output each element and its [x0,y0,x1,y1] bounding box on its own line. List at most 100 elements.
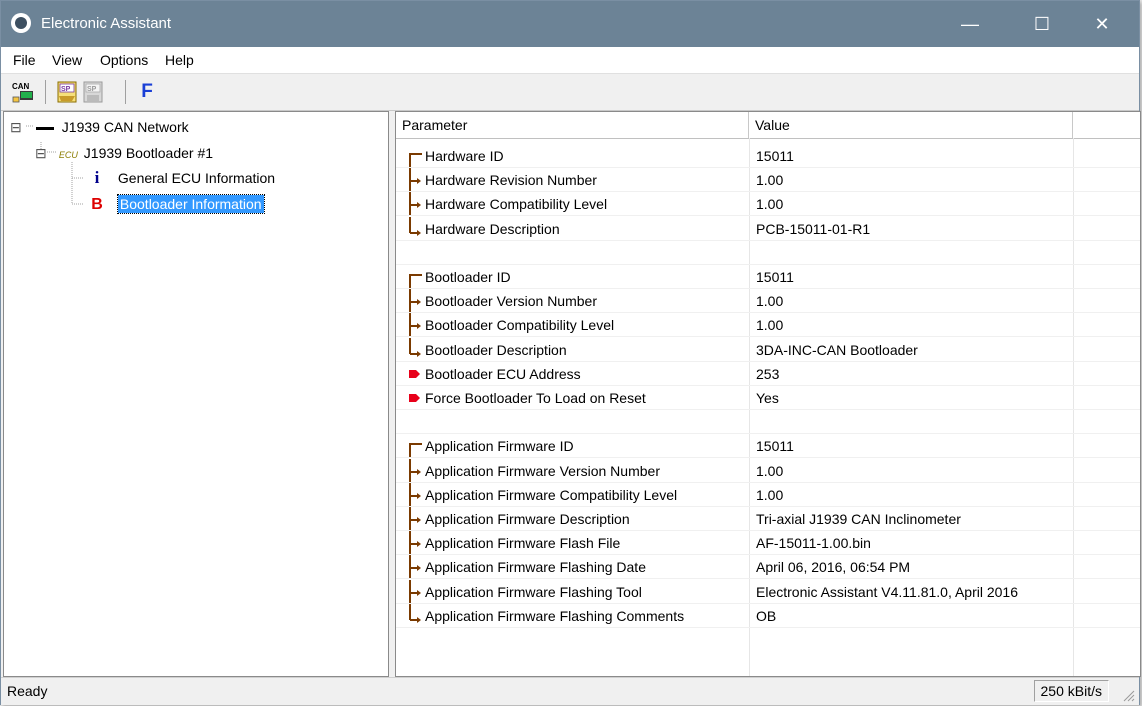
load-sp-label: SP [87,86,97,93]
close-button[interactable]: ✕ [1079,1,1125,47]
flash-button[interactable]: F [135,80,159,104]
load-sp-icon: SP [83,81,103,103]
table-row[interactable]: Application Firmware Description Tri-axia… [396,507,1140,531]
value-cell[interactable]: Yes [756,386,779,410]
tree-node-network[interactable]: ⊟ J1939 CAN Network [10,116,189,138]
parameter-cell: Application Firmware Flash File [425,535,621,552]
table-row[interactable]: Bootloader Compatibility Level 1.00 [396,313,1140,338]
menu-view[interactable]: View [52,52,82,68]
tree-expander-icon[interactable]: ⊟ [10,116,24,138]
network-tree[interactable]: ⊟ J1939 CAN Network ⊟ ECU J1939 Bootload… [3,111,389,677]
value-cell: 15011 [756,438,794,455]
maximize-button[interactable]: ☐ [1019,1,1065,47]
table-row[interactable]: Application Firmware Flashing Date April … [396,555,1140,580]
parameter-cell: Application Firmware Flashing Date [425,559,646,576]
value-cell: 1.00 [756,293,784,310]
toolbar-separator [45,80,46,104]
parameter-cell: Hardware Description [425,220,560,237]
value-cell: Electronic Assistant V4.11.81.0, April 2… [756,583,1019,600]
tree-bracket-icon [409,555,421,580]
table-row[interactable]: Application Firmware Compatibility Level… [396,482,1140,507]
menu-help[interactable]: Help [165,52,194,68]
minimize-button[interactable]: — [947,1,993,47]
table-row[interactable]: Force Bootloader To Load on Reset Yes [396,386,1140,410]
table-row[interactable]: Hardware Compatibility Level 1.00 [396,192,1140,217]
parameter-cell: Bootloader Compatibility Level [425,317,615,334]
column-header-value[interactable]: Value [749,112,1073,138]
table-row[interactable]: Bootloader ID 15011 [396,265,1140,289]
value-cell: April 06, 2016, 06:54 PM [756,559,911,576]
tree-expander-icon[interactable]: ⊟ [35,142,49,164]
value-cell[interactable]: 253 [756,362,779,386]
network-line-icon [35,126,54,130]
window-title: Electronic Assistant [41,15,172,32]
value-cell: 1.00 [756,172,784,189]
value-cell: 3DA-INC-CAN Bootloader [756,341,918,358]
parameter-cell: Force Bootloader To Load on Reset [425,390,646,406]
tree-node-ecu[interactable]: ⊟ ECU J1939 Bootloader #1 [35,142,213,164]
table-row[interactable]: Application Firmware ID 15011 [396,434,1140,459]
parameter-cell: Hardware Revision Number [425,172,597,189]
menu-options[interactable]: Options [100,52,148,68]
flash-icon: F [141,81,153,102]
table-row[interactable]: Bootloader ECU Address 253 [396,362,1140,386]
table-row[interactable]: Application Firmware Flash File AF-15011-… [396,531,1140,556]
list-header: Parameter Value [396,112,1140,139]
parameter-cell: Bootloader ECU Address [425,365,581,382]
tree-bracket-icon [409,289,421,314]
tree-bracket-icon [409,168,421,193]
menu-file[interactable]: File [13,52,36,68]
tree-node-general-ecu-information[interactable]: i General ECU Information [86,167,275,189]
value-cell: OB [756,607,777,624]
value-cell: 15011 [756,269,794,285]
parameter-cell: Application Firmware Version Number [425,462,660,479]
can-network-icon: CAN [12,82,33,103]
row-gridline [396,626,1140,628]
status-bar: Ready 250 kBit/s [1,677,1139,705]
save-sp-label: SP [61,86,71,93]
parameter-cell: Application Firmware Description [425,511,630,527]
parameter-cell: Hardware Compatibility Level [425,196,608,213]
table-row[interactable]: Hardware Revision Number 1.00 [396,168,1140,193]
parameter-cell: Bootloader Description [425,341,567,358]
ecu-icon: ECU [58,150,78,160]
table-row[interactable]: Hardware Description PCB-15011-01-R1 [396,216,1140,241]
table-row[interactable]: Application Firmware Flashing Tool Electr… [396,579,1140,604]
parameter-cell: Bootloader ID [425,269,511,285]
app-window: Electronic Assistant — ☐ ✕ File View Opt… [0,0,1141,705]
parameter-list[interactable]: Parameter Value Hardware ID 15011 Hardware… [395,111,1141,677]
menu-bar: File View Options Help [1,47,1139,74]
tree-node-bootloader-information[interactable]: B Bootloader Information [86,193,265,215]
value-cell: 1.00 [756,317,784,334]
parameter-cell: Application Firmware ID [425,438,574,455]
editable-marker-icon [409,394,420,402]
can-network-button[interactable]: CAN [11,80,35,104]
table-row[interactable]: Application Firmware Flashing Comments OB [396,603,1140,628]
tree-bracket-icon [409,579,421,604]
app-logo-icon [11,13,31,33]
can-label: CAN [12,82,30,91]
table-row[interactable]: Bootloader Description 3DA-INC-CAN Bootlo… [396,337,1140,362]
value-cell: 1.00 [756,486,784,503]
tree-label-network: J1939 CAN Network [61,119,189,135]
status-text: Ready [7,683,48,699]
tree-bracket-icon [409,443,422,459]
table-row-blank [396,241,1140,265]
toolbar-separator [125,80,126,104]
value-cell: Tri-axial J1939 CAN Inclinometer [756,511,961,527]
value-cell: 1.00 [756,462,784,479]
save-sp-button[interactable]: SP [55,80,79,104]
title-bar[interactable]: Electronic Assistant — ☐ ✕ [1,1,1139,47]
table-row[interactable]: Bootloader Version Number 1.00 [396,289,1140,314]
resize-grip-icon[interactable] [1121,688,1135,702]
bitrate-indicator: 250 kBit/s [1033,680,1109,702]
table-row-blank [396,410,1140,435]
table-row[interactable]: Application Firmware Version Number 1.00 [396,458,1140,483]
column-header-parameter[interactable]: Parameter [396,112,749,138]
table-row[interactable]: Hardware ID 15011 [396,144,1140,168]
load-sp-button[interactable]: SP [81,80,105,104]
tree-bracket-icon [409,507,421,531]
value-cell: 15011 [756,148,794,164]
parameter-cell: Hardware ID [425,148,504,164]
parameter-cell: Bootloader Version Number [425,293,597,310]
